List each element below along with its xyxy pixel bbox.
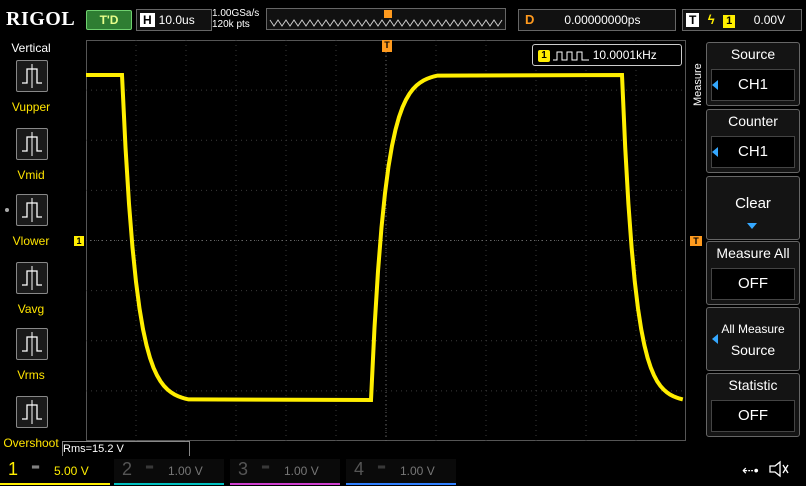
counter-source-value: CH1: [711, 136, 795, 168]
measure-menu-tab: Measure: [692, 63, 704, 107]
channel-number: 2: [122, 459, 133, 479]
channel-number: 4: [354, 459, 365, 479]
trigger-position-marker: [384, 10, 392, 18]
speaker-icon[interactable]: [768, 460, 790, 483]
statistic-value: OFF: [711, 400, 795, 432]
vmid-icon[interactable]: [16, 128, 48, 160]
all-measure-arrow-icon: [712, 334, 718, 344]
trigger-key: T: [686, 13, 700, 27]
timebase-key: H: [140, 13, 155, 27]
channel-3-tab[interactable]: 3 1.00 V ═: [230, 459, 340, 485]
counter-title: Counter: [728, 113, 778, 129]
channel-number: 1: [8, 459, 19, 479]
coupling-icon: ═: [146, 462, 154, 473]
channel-2-tab[interactable]: 2 1.00 V ═: [114, 459, 224, 485]
left-menu-label: Vmid: [17, 168, 45, 182]
frequency-counter-readout: 1 10.0001kHz: [532, 44, 682, 66]
timebase-box[interactable]: H 10.0us: [136, 9, 212, 31]
acquisition-info: 1.00GSa/s 120k pts: [212, 8, 259, 30]
vavg-icon[interactable]: [16, 262, 48, 294]
all-measure-source-button[interactable]: All Measure Source: [706, 307, 800, 371]
channel-number: 3: [238, 459, 249, 479]
delay-box[interactable]: D 0.00000000ps: [518, 9, 676, 31]
ch1-offset-marker[interactable]: 1: [74, 236, 84, 246]
delay-value: 0.00000000ps: [564, 13, 641, 27]
clear-label: Clear: [735, 195, 771, 212]
clear-down-arrow-icon: [747, 223, 757, 229]
vupper-icon[interactable]: [16, 60, 48, 92]
usb-icon: ⇠•: [742, 462, 759, 478]
statistic-title: Statistic: [728, 377, 778, 393]
channel-scale: 5.00 V: [54, 464, 89, 478]
memory-overview-strip[interactable]: [266, 8, 506, 30]
left-menu-label: Overshoot: [3, 436, 59, 450]
rising-edge-icon: ϟ: [707, 12, 715, 27]
run-status-badge[interactable]: T'D: [86, 10, 132, 30]
measure-all-button[interactable]: Measure All OFF: [706, 241, 800, 305]
coupling-icon: ═: [32, 462, 40, 473]
left-menu-title: Vertical: [11, 41, 51, 55]
source-title: Source: [730, 46, 776, 62]
left-menu-label: Vupper: [11, 100, 51, 114]
waveform-graticule[interactable]: [86, 40, 686, 441]
clear-button[interactable]: Clear: [706, 176, 800, 240]
trigger-level-marker[interactable]: T: [690, 236, 702, 246]
trigger-box[interactable]: T ϟ 1 0.00V: [682, 9, 802, 31]
measure-all-title: Measure All: [716, 245, 790, 261]
brand-logo: RIGOL: [6, 8, 76, 30]
memory-depth: 120k pts: [212, 19, 250, 30]
measurement-result: Rms=15.2 V: [62, 441, 190, 457]
timebase-value: 10.0us: [158, 13, 195, 27]
channel-4-tab[interactable]: 4 1.00 V ═: [346, 459, 456, 485]
channel-1-tab[interactable]: 1 5.00 V ═: [0, 459, 110, 485]
statistic-button[interactable]: Statistic OFF: [706, 373, 800, 437]
trigger-channel-badge: 1: [723, 15, 736, 28]
square-wave-icon: [553, 51, 590, 61]
channel-scale: 1.00 V: [400, 464, 435, 478]
trigger-time-marker[interactable]: T: [382, 40, 392, 52]
coupling-icon: ═: [378, 462, 386, 473]
counter-channel-badge: 1: [538, 49, 550, 62]
coupling-icon: ═: [262, 462, 270, 473]
overshoot-icon[interactable]: [16, 396, 48, 428]
source-value: CH1: [711, 69, 795, 101]
left-menu-label: Vavg: [17, 302, 45, 316]
source-arrow-icon: [712, 80, 718, 90]
counter-value: 10.0001kHz: [592, 48, 657, 62]
vlower-icon[interactable]: [16, 194, 48, 226]
trigger-level-value: 0.00V: [753, 13, 786, 27]
channel-scale: 1.00 V: [284, 464, 319, 478]
source-button[interactable]: Source CH1: [706, 42, 800, 106]
left-menu-label: Vlower: [12, 234, 50, 248]
channel-scale: 1.00 V: [168, 464, 203, 478]
measure-all-value: OFF: [711, 268, 795, 300]
all-measure-title: All Measure: [721, 322, 785, 336]
delay-key: D: [525, 12, 535, 27]
sample-rate: 1.00GSa/s: [212, 8, 260, 19]
left-menu-label: Vrms: [17, 368, 45, 382]
counter-button[interactable]: Counter CH1: [706, 109, 800, 173]
all-measure-value: Source: [730, 342, 776, 358]
vrms-icon[interactable]: [16, 328, 48, 360]
counter-arrow-icon: [712, 147, 718, 157]
